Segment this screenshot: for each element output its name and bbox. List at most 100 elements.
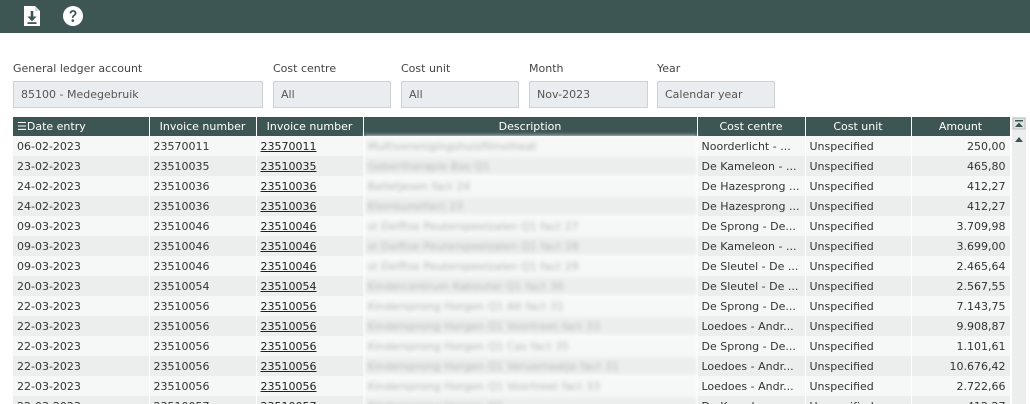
col-header-cost-unit[interactable]: Cost unit — [805, 117, 912, 136]
cell-date-entry: 22-03-2023 — [13, 296, 150, 316]
gl-account-input[interactable] — [13, 81, 263, 108]
cell-description: Kindersprong Horgen Q1 Veruemaatje fact … — [363, 356, 698, 376]
cell-cost-unit: Unspecified — [805, 256, 912, 276]
cell-date-entry: 22-03-2023 — [13, 376, 150, 396]
help-icon[interactable] — [62, 5, 84, 27]
cell-invoice-number-link[interactable]: 23510056 — [256, 336, 364, 356]
cell-amount: 250,00 — [911, 136, 1010, 156]
table-row[interactable]: 09-03-2023 23510046 23510046st Delftse Peu… — [13, 256, 1010, 276]
cell-invoice-number: 23510056 — [149, 316, 257, 336]
cell-cost-centre: De Sleutel - De ... — [697, 276, 806, 296]
table-row[interactable]: 22-03-2023 23510056 23510056 Kindersprong H… — [13, 336, 1010, 356]
cell-cost-centre: De Kameleon - ... — [697, 236, 806, 256]
cell-cost-unit: Unspecified — [805, 216, 912, 236]
cell-date-entry: 22-03-2023 — [13, 396, 150, 404]
cell-invoice-number: 23510036 — [149, 176, 257, 196]
cell-invoice-number: 23510036 — [149, 196, 257, 216]
table-row[interactable]: 22-03-2023 23510056 23510056 Kindersprong H… — [13, 376, 1010, 396]
col-header-description[interactable]: Description — [363, 117, 698, 136]
table-row[interactable]: 09-03-2023 23510046 23510046st Delftse Peu… — [13, 216, 1010, 236]
scroll-to-top-icon[interactable] — [1012, 117, 1026, 130]
cell-cost-centre: De Kameleon - ... — [697, 396, 806, 404]
cell-invoice-number-link[interactable]: 23510046 — [256, 236, 364, 256]
cost-unit-label: Cost unit — [401, 62, 451, 75]
table-row[interactable]: 06-02-2023 23570011 23570011 Multiverenigin… — [13, 136, 1010, 156]
cell-invoice-number-link[interactable]: 23510035 — [256, 156, 364, 176]
col-header-label: Date entry — [26, 120, 86, 133]
cell-cost-unit: Unspecified — [805, 396, 912, 404]
col-header-date-entry[interactable]: ☰Date entry — [13, 117, 150, 136]
col-header-invoice-number-link[interactable]: Invoice number — [256, 117, 364, 136]
cell-date-entry: 22-03-2023 — [13, 316, 150, 336]
cell-description: st Delftse Peuterspeelzalen Q1 fact 28 — [363, 236, 698, 256]
table-row[interactable]: 23-02-2023 23510035 23510035 Gebertherapie … — [13, 156, 1010, 176]
cell-invoice-number: 23510046 — [149, 256, 257, 276]
month-filter: Month — [529, 62, 648, 108]
cell-description: Kindersprong Horgen Q1 Voortreet fact 33 — [363, 316, 698, 336]
scroll-up-icon[interactable] — [1012, 132, 1026, 145]
cell-cost-unit: Unspecified — [805, 356, 912, 376]
cell-date-entry: 20-03-2023 — [13, 276, 150, 296]
cell-description: st Delftse Peuterspeelzalen Q1 fact 29 — [363, 256, 698, 276]
cell-cost-centre: Loedoes - Andr... — [697, 316, 806, 336]
cell-invoice-number: 23510056 — [149, 376, 257, 396]
table-body: 06-02-2023 23570011 23570011 Multiverenigin… — [13, 136, 1010, 404]
cell-cost-unit: Unspecified — [805, 316, 912, 336]
cell-amount: 3.709,98 — [911, 216, 1010, 236]
table-row[interactable]: 22-03-20232351005723510057Kindersprong H… — [13, 396, 1010, 404]
cell-description: Kindersprong Horgen Q1 Voortreet fact 33 — [363, 376, 698, 396]
cell-invoice-number: 23570011 — [149, 136, 257, 156]
cell-invoice-number-link[interactable]: 23510056 — [256, 356, 364, 376]
cell-cost-unit: Unspecified — [805, 236, 912, 256]
column-menu-icon[interactable]: ☰ — [17, 120, 27, 133]
cell-invoice-number-link[interactable]: 23510036 — [256, 176, 364, 196]
cell-description: Gebertherapie Bas Q1 — [363, 156, 698, 176]
cell-description: Kindersprong Horgen Q1 Alt fact 31 — [363, 296, 698, 316]
cell-amount: 412,27 — [911, 176, 1010, 196]
export-icon[interactable] — [21, 5, 43, 27]
table-row[interactable]: 20-03-2023 23510054 23510054 Kindercentrum … — [13, 276, 1010, 296]
cell-invoice-number-link[interactable]: 23510056 — [256, 296, 364, 316]
cell-invoice-number-link[interactable]: 23510056 — [256, 376, 364, 396]
cell-invoice-number-link[interactable]: 23510046 — [256, 216, 364, 236]
cost-unit-input[interactable] — [401, 81, 519, 108]
cell-description: Multiverenigingshuisfilmstheat — [363, 136, 698, 156]
cell-invoice-number: 23510035 — [149, 156, 257, 176]
cost-centre-input[interactable] — [273, 81, 391, 108]
table-row[interactable]: 24-02-2023 23510036 23510036 Kleinkunstfact… — [13, 196, 1010, 216]
cell-invoice-number-link[interactable]: 23510046 — [256, 256, 364, 276]
vertical-scrollbar[interactable] — [1012, 117, 1026, 404]
table-row[interactable]: 22-03-2023 23510056 23510056 Kindersprong H… — [13, 296, 1010, 316]
cell-date-entry: 24-02-2023 — [13, 196, 150, 216]
cell-date-entry: 23-02-2023 — [13, 156, 150, 176]
cell-invoice-number-link[interactable]: 23510036 — [256, 196, 364, 216]
table-row[interactable]: 22-03-2023 23510056 23510056 Kindersprong H… — [13, 316, 1010, 336]
cell-invoice-number-link[interactable]: 23510054 — [256, 276, 364, 296]
col-header-amount[interactable]: Amount — [911, 117, 1010, 136]
month-input[interactable] — [529, 81, 648, 108]
cell-description: Balletjesen fact 24 — [363, 176, 698, 196]
table-row[interactable]: 22-03-2023 23510056 23510056 Kindersprong H… — [13, 356, 1010, 376]
cell-cost-centre: De Sprong - De... — [697, 336, 806, 356]
cell-invoice-number-link[interactable]: 23510057 — [256, 396, 364, 404]
cell-description: Kindersprong Horgen Q1 Cas fact 35 — [363, 336, 698, 356]
year-input[interactable] — [657, 81, 775, 108]
col-header-cost-centre[interactable]: Cost centre — [697, 117, 806, 136]
table-row[interactable]: 24-02-2023 23510036 23510036 Balletjesen fa… — [13, 176, 1010, 196]
cell-invoice-number: 23510046 — [149, 236, 257, 256]
cell-cost-unit: Unspecified — [805, 296, 912, 316]
cell-cost-centre: De Sprong - De... — [697, 216, 806, 236]
cell-amount: 7.143,75 — [911, 296, 1010, 316]
year-label: Year — [657, 62, 681, 75]
cell-date-entry: 22-03-2023 — [13, 336, 150, 356]
cell-amount: 465,80 — [911, 156, 1010, 176]
cell-invoice-number-link[interactable]: 23510056 — [256, 316, 364, 336]
cell-invoice-number: 23510057 — [149, 396, 257, 404]
table-row[interactable]: 09-03-2023 23510046 23510046st Delftse Peu… — [13, 236, 1010, 256]
cell-invoice-number-link[interactable]: 23570011 — [256, 136, 364, 156]
col-header-invoice-number[interactable]: Invoice number — [149, 117, 257, 136]
cell-cost-centre: De Hazesprong ... — [697, 176, 806, 196]
cost-unit-filter: Cost unit — [401, 62, 519, 108]
cell-cost-unit: Unspecified — [805, 276, 912, 296]
cell-cost-unit: Unspecified — [805, 136, 912, 156]
